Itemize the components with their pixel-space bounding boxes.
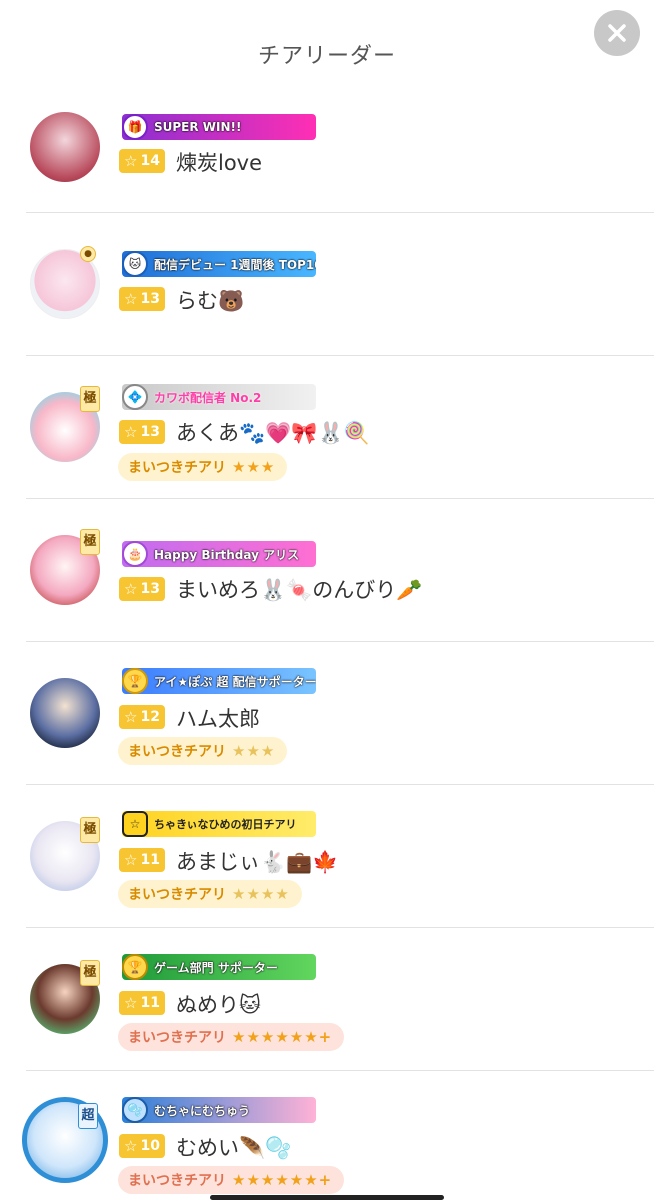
title-badge: 🏆 ゲーム部門 サポーター <box>122 954 316 980</box>
title-badge: 🫧 むちゃにむちゅう <box>122 1097 316 1123</box>
title-badge: 🎁 SUPER WIN!! <box>122 114 316 140</box>
level-badge: ☆ 14 <box>119 149 165 173</box>
level-badge: ☆ 12 <box>119 705 165 729</box>
star-icon: ☆ <box>124 580 138 598</box>
bubble-icon: 🫧 <box>122 1097 148 1123</box>
header: チアリーダー <box>0 0 654 110</box>
level-badge: ☆ 11 <box>119 991 165 1015</box>
level-badge: ☆ 13 <box>119 577 165 601</box>
level-badge: ☆ 10 <box>119 1134 165 1158</box>
monthly-cheer-badge: まいつきチアリ ★★★ <box>118 737 288 765</box>
cat-icon: 🐱 <box>122 251 148 277</box>
list-item[interactable]: 🏆 アイ★ぽぷ 超 配信サポーター ☆ 12 ハム太郎 まいつきチアリ ★★★ <box>0 642 654 785</box>
title-badge: ☆ ちゃきぃなひめの初日チアリ <box>122 811 316 837</box>
star-icon: ☆ <box>124 708 138 726</box>
title-badge: 💠 カワボ配信者 No.2 <box>122 384 316 410</box>
gem-icon: 💠 <box>122 384 148 410</box>
user-name: ぬめり🐱 <box>176 993 261 1017</box>
avatar[interactable] <box>30 112 100 182</box>
user-name: あくあ🐾💗🎀🐰🍭 <box>176 421 370 445</box>
star-icon: ☆ <box>124 423 138 441</box>
rank-kiwami-badge: 極 <box>80 529 100 555</box>
list-item[interactable]: 極 🎂 Happy Birthday アリス ☆ 13 まいめろ🐰🍬のんびり🥕 <box>0 499 654 642</box>
rank-kiwami-badge: 極 <box>80 817 100 843</box>
rank-cho-badge: 超 <box>78 1103 98 1129</box>
cheerleader-list: 🎁 SUPER WIN!! ☆ 14 煉炭love ● 🐱 配信デビュー 1週間後… <box>0 102 654 1200</box>
level-badge: ☆ 13 <box>119 420 165 444</box>
list-item[interactable]: 🎁 SUPER WIN!! ☆ 14 煉炭love <box>0 102 654 213</box>
list-item[interactable]: 極 ☆ ちゃきぃなひめの初日チアリ ☆ 11 あまじぃ🐇💼🍁 まいつきチアリ ★★★… <box>0 785 654 928</box>
avatar[interactable] <box>30 678 100 748</box>
user-name: むめい🪶🫧 <box>176 1136 292 1160</box>
star-icon: ☆ <box>124 290 138 308</box>
star-icon: ☆ <box>124 1137 138 1155</box>
page-title: チアリーダー <box>257 44 396 69</box>
user-name: まいめろ🐰🍬のんびり🥕 <box>176 578 423 602</box>
star-icon: ☆ <box>124 851 138 869</box>
trophy-icon: 🏆 <box>122 668 148 694</box>
gift-icon: 🎁 <box>122 114 148 140</box>
title-badge: 🐱 配信デビュー 1週間後 TOP10 <box>122 251 316 277</box>
user-name: ハム太郎 <box>176 707 260 731</box>
medal-icon: ● <box>80 246 96 262</box>
star-icon: ☆ <box>122 811 148 837</box>
user-name: らむ🐻 <box>176 289 245 313</box>
trophy-icon: 🏆 <box>122 954 148 980</box>
list-item[interactable]: 極 💠 カワボ配信者 No.2 ☆ 13 あくあ🐾💗🎀🐰🍭 まいつきチアリ ★★★ <box>0 356 654 499</box>
star-icon: ☆ <box>124 152 138 170</box>
level-badge: ☆ 11 <box>119 848 165 872</box>
list-item[interactable]: 超 🫧 むちゃにむちゅう ☆ 10 むめい🪶🫧 まいつきチアリ ★★★★★★+ <box>0 1071 654 1200</box>
user-name: あまじぃ🐇💼🍁 <box>176 850 339 874</box>
rank-kiwami-badge: 極 <box>80 960 100 986</box>
home-indicator[interactable] <box>210 1195 444 1200</box>
monthly-cheer-badge: まいつきチアリ ★★★★★★+ <box>118 1023 345 1051</box>
character-icon: 🎂 <box>122 541 148 567</box>
monthly-cheer-badge: まいつきチアリ ★★★★ <box>118 880 302 908</box>
user-name: 煉炭love <box>176 151 263 175</box>
level-badge: ☆ 13 <box>119 287 165 311</box>
title-badge: 🎂 Happy Birthday アリス <box>122 541 316 567</box>
star-icon: ☆ <box>124 994 138 1012</box>
monthly-cheer-badge: まいつきチアリ ★★★ <box>118 453 288 481</box>
rank-kiwami-badge: 極 <box>80 386 100 412</box>
title-badge: 🏆 アイ★ぽぷ 超 配信サポーター <box>122 668 316 694</box>
monthly-cheer-badge: まいつきチアリ ★★★★★★+ <box>118 1166 345 1194</box>
close-icon <box>608 24 626 42</box>
list-item[interactable]: ● 🐱 配信デビュー 1週間後 TOP10 ☆ 13 らむ🐻 <box>0 213 654 356</box>
close-button[interactable] <box>594 10 640 56</box>
list-item[interactable]: 極 🏆 ゲーム部門 サポーター ☆ 11 ぬめり🐱 まいつきチアリ ★★★★★★+ <box>0 928 654 1071</box>
